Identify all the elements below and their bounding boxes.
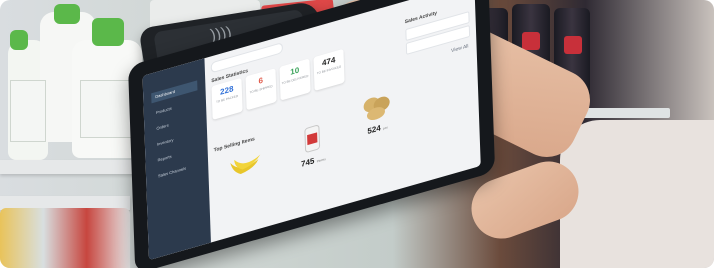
bottle-cap-3 [92,18,124,46]
potato-image [363,96,390,121]
bottle-cap-2 [54,4,80,24]
price-value: 524 [367,123,381,136]
banana-image [230,154,261,175]
photo-frame: )))) Dashboard Products Orders Inventory… [0,0,714,268]
bottle-label-1 [10,80,46,142]
bottle-cap-1 [10,30,28,50]
product-canned-drink[interactable]: 745 Pieces [300,122,326,169]
stat-card: 10 TO BE DELIVERED [279,58,311,101]
product-banana[interactable] [228,148,263,184]
shirt [560,120,714,268]
price-unit: Pieces [316,156,326,164]
drink-label-2 [522,32,540,50]
can-image [304,124,321,153]
price-value: 745 [300,156,315,169]
dashboard-main: Sales Statistics Sales Activity 228 TO B… [204,0,480,243]
view-all-link[interactable]: View All [451,43,469,54]
bottle-label-3 [80,80,136,138]
price-unit: pcs [382,125,388,131]
stat-card: 228 TO BE PACKED [211,77,243,120]
lower-goods [0,208,130,268]
drink-label-3 [564,36,582,54]
product-price: 745 Pieces [301,153,326,169]
stat-card: 474 TO BE INVOICED [313,48,345,92]
product-price: 524 pcs [362,120,392,137]
dashboard-sidebar: Dashboard Products Orders Inventory Repo… [142,58,211,261]
stat-card: 6 TO BE SHIPPED [245,68,277,111]
product-potatoes[interactable]: 524 pcs [361,89,392,137]
